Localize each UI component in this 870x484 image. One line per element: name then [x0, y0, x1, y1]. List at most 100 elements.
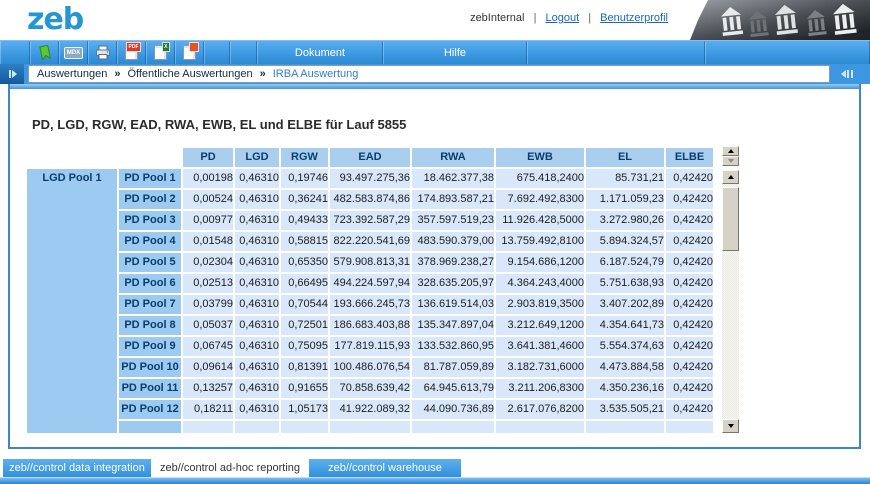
breadcrumb-bar: Auswertungen » Öffentliche Auswertungen … — [0, 64, 870, 84]
value-cell: 41.922.089,32 — [330, 400, 410, 419]
footer-strip — [0, 477, 870, 484]
pd-pool-row-header[interactable]: PD Pool 11 — [119, 379, 181, 398]
value-cell: 3.212.649,1200 — [496, 316, 584, 335]
column-header-pd[interactable]: PD — [183, 148, 233, 167]
value-cell: 0,00977 — [183, 211, 233, 230]
pd-pool-row-header[interactable]: PD Pool 3 — [119, 211, 181, 230]
table-row: PD Pool 20,005240,463100,36241482.583.87… — [27, 190, 713, 209]
value-cell: 0,46310 — [235, 379, 279, 398]
export-pdf-icon[interactable]: PDF — [117, 41, 146, 64]
value-cell — [666, 421, 713, 433]
value-cell: 5.554.374,63 — [586, 337, 664, 356]
scroll-up-icon — [728, 175, 734, 179]
print-icon[interactable] — [88, 41, 117, 64]
value-cell — [183, 421, 233, 433]
pd-pool-row-header[interactable] — [119, 421, 181, 433]
value-cell: 0,18211 — [183, 400, 233, 419]
bookmark-icon[interactable] — [30, 41, 59, 64]
page-down-button[interactable] — [722, 156, 739, 166]
table-row: PD Pool 80,050370,463100,72501186.683.40… — [27, 316, 713, 335]
tab-ad-hoc-reporting[interactable]: zeb//control ad-hoc reporting — [154, 459, 306, 477]
column-header-ead[interactable]: EAD — [330, 148, 410, 167]
value-cell: 0,00524 — [183, 190, 233, 209]
value-cell: 0,03799 — [183, 295, 233, 314]
column-header-lgd[interactable]: LGD — [235, 148, 279, 167]
column-header-el[interactable]: EL — [586, 148, 664, 167]
pd-pool-row-header[interactable]: PD Pool 8 — [119, 316, 181, 335]
collapse-panel-button[interactable] — [831, 64, 863, 84]
value-cell — [496, 421, 584, 433]
breadcrumb-item-oeffentliche-auswertungen[interactable]: Öffentliche Auswertungen — [127, 68, 252, 80]
value-cell — [586, 421, 664, 433]
expand-icon — [9, 70, 11, 78]
value-cell: 81.787.059,89 — [412, 358, 494, 377]
column-header-ewb[interactable]: EWB — [496, 148, 584, 167]
value-cell: 0,42420 — [666, 253, 713, 272]
user-bar: zebInternal | Logout | Benutzerprofil — [470, 12, 668, 24]
value-cell: 13.759.492,8100 — [496, 232, 584, 251]
value-cell: 0,42420 — [666, 379, 713, 398]
pd-pool-row-header[interactable]: PD Pool 5 — [119, 253, 181, 272]
pd-pool-row-header[interactable]: PD Pool 12 — [119, 400, 181, 419]
value-cell: 0,91655 — [281, 379, 328, 398]
breadcrumb-item-irba-auswertung[interactable]: IRBA Auswertung — [273, 68, 359, 80]
user-profile-link[interactable]: Benutzerprofil — [600, 12, 668, 24]
scrollbar-thumb[interactable] — [722, 187, 739, 251]
breadcrumb-item-auswertungen[interactable]: Auswertungen — [37, 68, 107, 80]
toolbar-spacer — [230, 41, 257, 64]
pd-pool-row-header[interactable]: PD Pool 6 — [119, 274, 181, 293]
value-cell: 0,58815 — [281, 232, 328, 251]
value-cell: 483.590.379,00 — [412, 232, 494, 251]
value-cell: 494.224.597,94 — [330, 274, 410, 293]
tab-data-integration[interactable]: zeb//control data integration — [3, 459, 151, 477]
value-cell: 18.462.377,38 — [412, 169, 494, 188]
zeb-logo: zeb — [27, 0, 83, 40]
menu-hilfe[interactable]: Hilfe — [383, 41, 527, 64]
value-cell: 579.908.813,31 — [330, 253, 410, 272]
column-header-elbe[interactable]: ELBE — [666, 148, 713, 167]
value-cell: 133.532.860,95 — [412, 337, 494, 356]
table-row: PD Pool 70,037990,463100,70544193.666.24… — [27, 295, 713, 314]
table-row: PD Pool 40,015480,463100,58815822.220.54… — [27, 232, 713, 251]
pd-pool-row-header[interactable]: PD Pool 2 — [119, 190, 181, 209]
toolbar-spacer — [0, 41, 30, 64]
pd-pool-row-header[interactable]: PD Pool 9 — [119, 337, 181, 356]
value-cell: 0,02513 — [183, 274, 233, 293]
value-cell: 186.683.403,88 — [330, 316, 410, 335]
export-excel-icon[interactable]: X — [146, 41, 175, 64]
toolbar-spacer — [204, 41, 230, 64]
value-cell — [281, 421, 328, 433]
export-ppt-icon[interactable] — [175, 41, 204, 64]
breadcrumb-separator: » — [260, 68, 266, 80]
toolbar-spacer — [705, 41, 870, 64]
column-header-rwa[interactable]: RWA — [412, 148, 494, 167]
pd-pool-row-header[interactable]: PD Pool 10 — [119, 358, 181, 377]
tab-warehouse[interactable]: zeb//control warehouse — [309, 459, 461, 477]
page-up-button[interactable] — [722, 146, 739, 156]
value-cell: 5.751.638,93 — [586, 274, 664, 293]
value-cell: 378.969.238,27 — [412, 253, 494, 272]
pd-pool-row-header[interactable]: PD Pool 7 — [119, 295, 181, 314]
pd-pool-row-header[interactable]: PD Pool 1 — [119, 169, 181, 188]
column-header-rgw[interactable]: RGW — [281, 148, 328, 167]
pd-pool-row-header[interactable]: PD Pool 4 — [119, 232, 181, 251]
value-cell: 328.635.205,97 — [412, 274, 494, 293]
scroll-down-button[interactable] — [722, 419, 739, 433]
mdx-icon[interactable]: MDX — [59, 41, 88, 64]
value-cell: 70.858.639,42 — [330, 379, 410, 398]
scroll-up-button[interactable] — [722, 170, 739, 184]
value-cell: 0,46310 — [235, 400, 279, 419]
value-cell: 675.418,2400 — [496, 169, 584, 188]
value-cell: 1.171.059,23 — [586, 190, 664, 209]
menu-dokument[interactable]: Dokument — [257, 41, 383, 64]
page-down-icon — [728, 159, 734, 163]
value-cell: 0,46310 — [235, 253, 279, 272]
expand-sidebar-button[interactable] — [0, 64, 24, 84]
value-cell: 93.497.275,36 — [330, 169, 410, 188]
lgd-pool-group-cell[interactable]: LGD Pool 1 — [27, 169, 117, 433]
logout-link[interactable]: Logout — [545, 12, 579, 24]
vertical-scrollbar[interactable] — [722, 170, 739, 433]
value-cell — [330, 421, 410, 433]
value-cell: 3.182.731,6000 — [496, 358, 584, 377]
user-bar-separator: | — [534, 12, 537, 24]
